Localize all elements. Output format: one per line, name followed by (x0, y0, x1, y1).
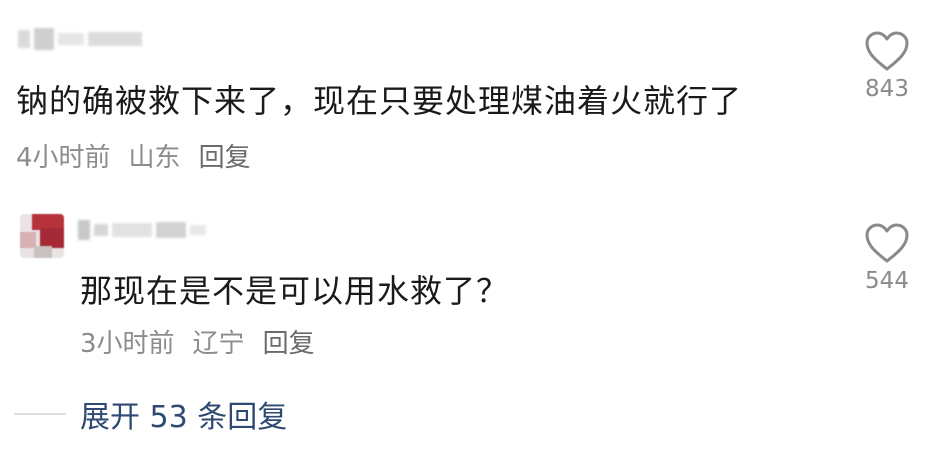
reply-button[interactable]: 回复 (263, 323, 315, 360)
avatar-pixel (40, 228, 64, 248)
username-pixel (94, 224, 108, 236)
heart-outline-icon (865, 31, 909, 71)
reply-button[interactable]: 回复 (199, 137, 251, 174)
username-blurred[interactable] (18, 28, 142, 50)
username-pixel (112, 223, 152, 237)
comment-meta: 3小时前 辽宁 回复 (80, 323, 315, 360)
comment-location: 山东 (128, 143, 181, 173)
comment-2: 那现在是不是可以用水救了？ 3小时前 辽宁 回复 544 (0, 190, 950, 390)
expand-replies-label: 展开 53 条回复 (80, 400, 288, 435)
username-pixel (156, 222, 186, 238)
like-button[interactable]: 843 (847, 30, 927, 102)
comment-text: 那现在是不是可以用水救了？ (80, 272, 510, 310)
comment-meta: 4小时前 山东 回复 (16, 137, 251, 174)
expand-divider (14, 413, 66, 415)
comment-time: 3小时前 (80, 329, 175, 359)
username-blurred[interactable] (78, 220, 206, 240)
avatar-pixel (34, 246, 52, 258)
like-button[interactable]: 544 (847, 222, 927, 294)
avatar[interactable] (20, 214, 64, 258)
like-count: 544 (865, 268, 909, 294)
username-pixel (18, 30, 30, 48)
heart-outline-icon (865, 223, 909, 263)
expand-replies-button[interactable]: 展开 53 条回复 (14, 392, 287, 436)
comment-1: 钠的确被救下来了，现在只要处理煤油着火就行了 4小时前 山东 回复 843 (0, 0, 950, 190)
username-pixel (34, 28, 54, 50)
comment-time: 4小时前 (16, 143, 111, 173)
username-pixel (78, 220, 90, 240)
username-pixel (190, 225, 206, 235)
username-pixel (88, 32, 142, 46)
comment-text: 钠的确被救下来了，现在只要处理煤油着火就行了 (16, 82, 743, 120)
username-pixel (58, 33, 84, 45)
comment-location: 辽宁 (192, 329, 245, 359)
like-count: 843 (865, 76, 909, 102)
